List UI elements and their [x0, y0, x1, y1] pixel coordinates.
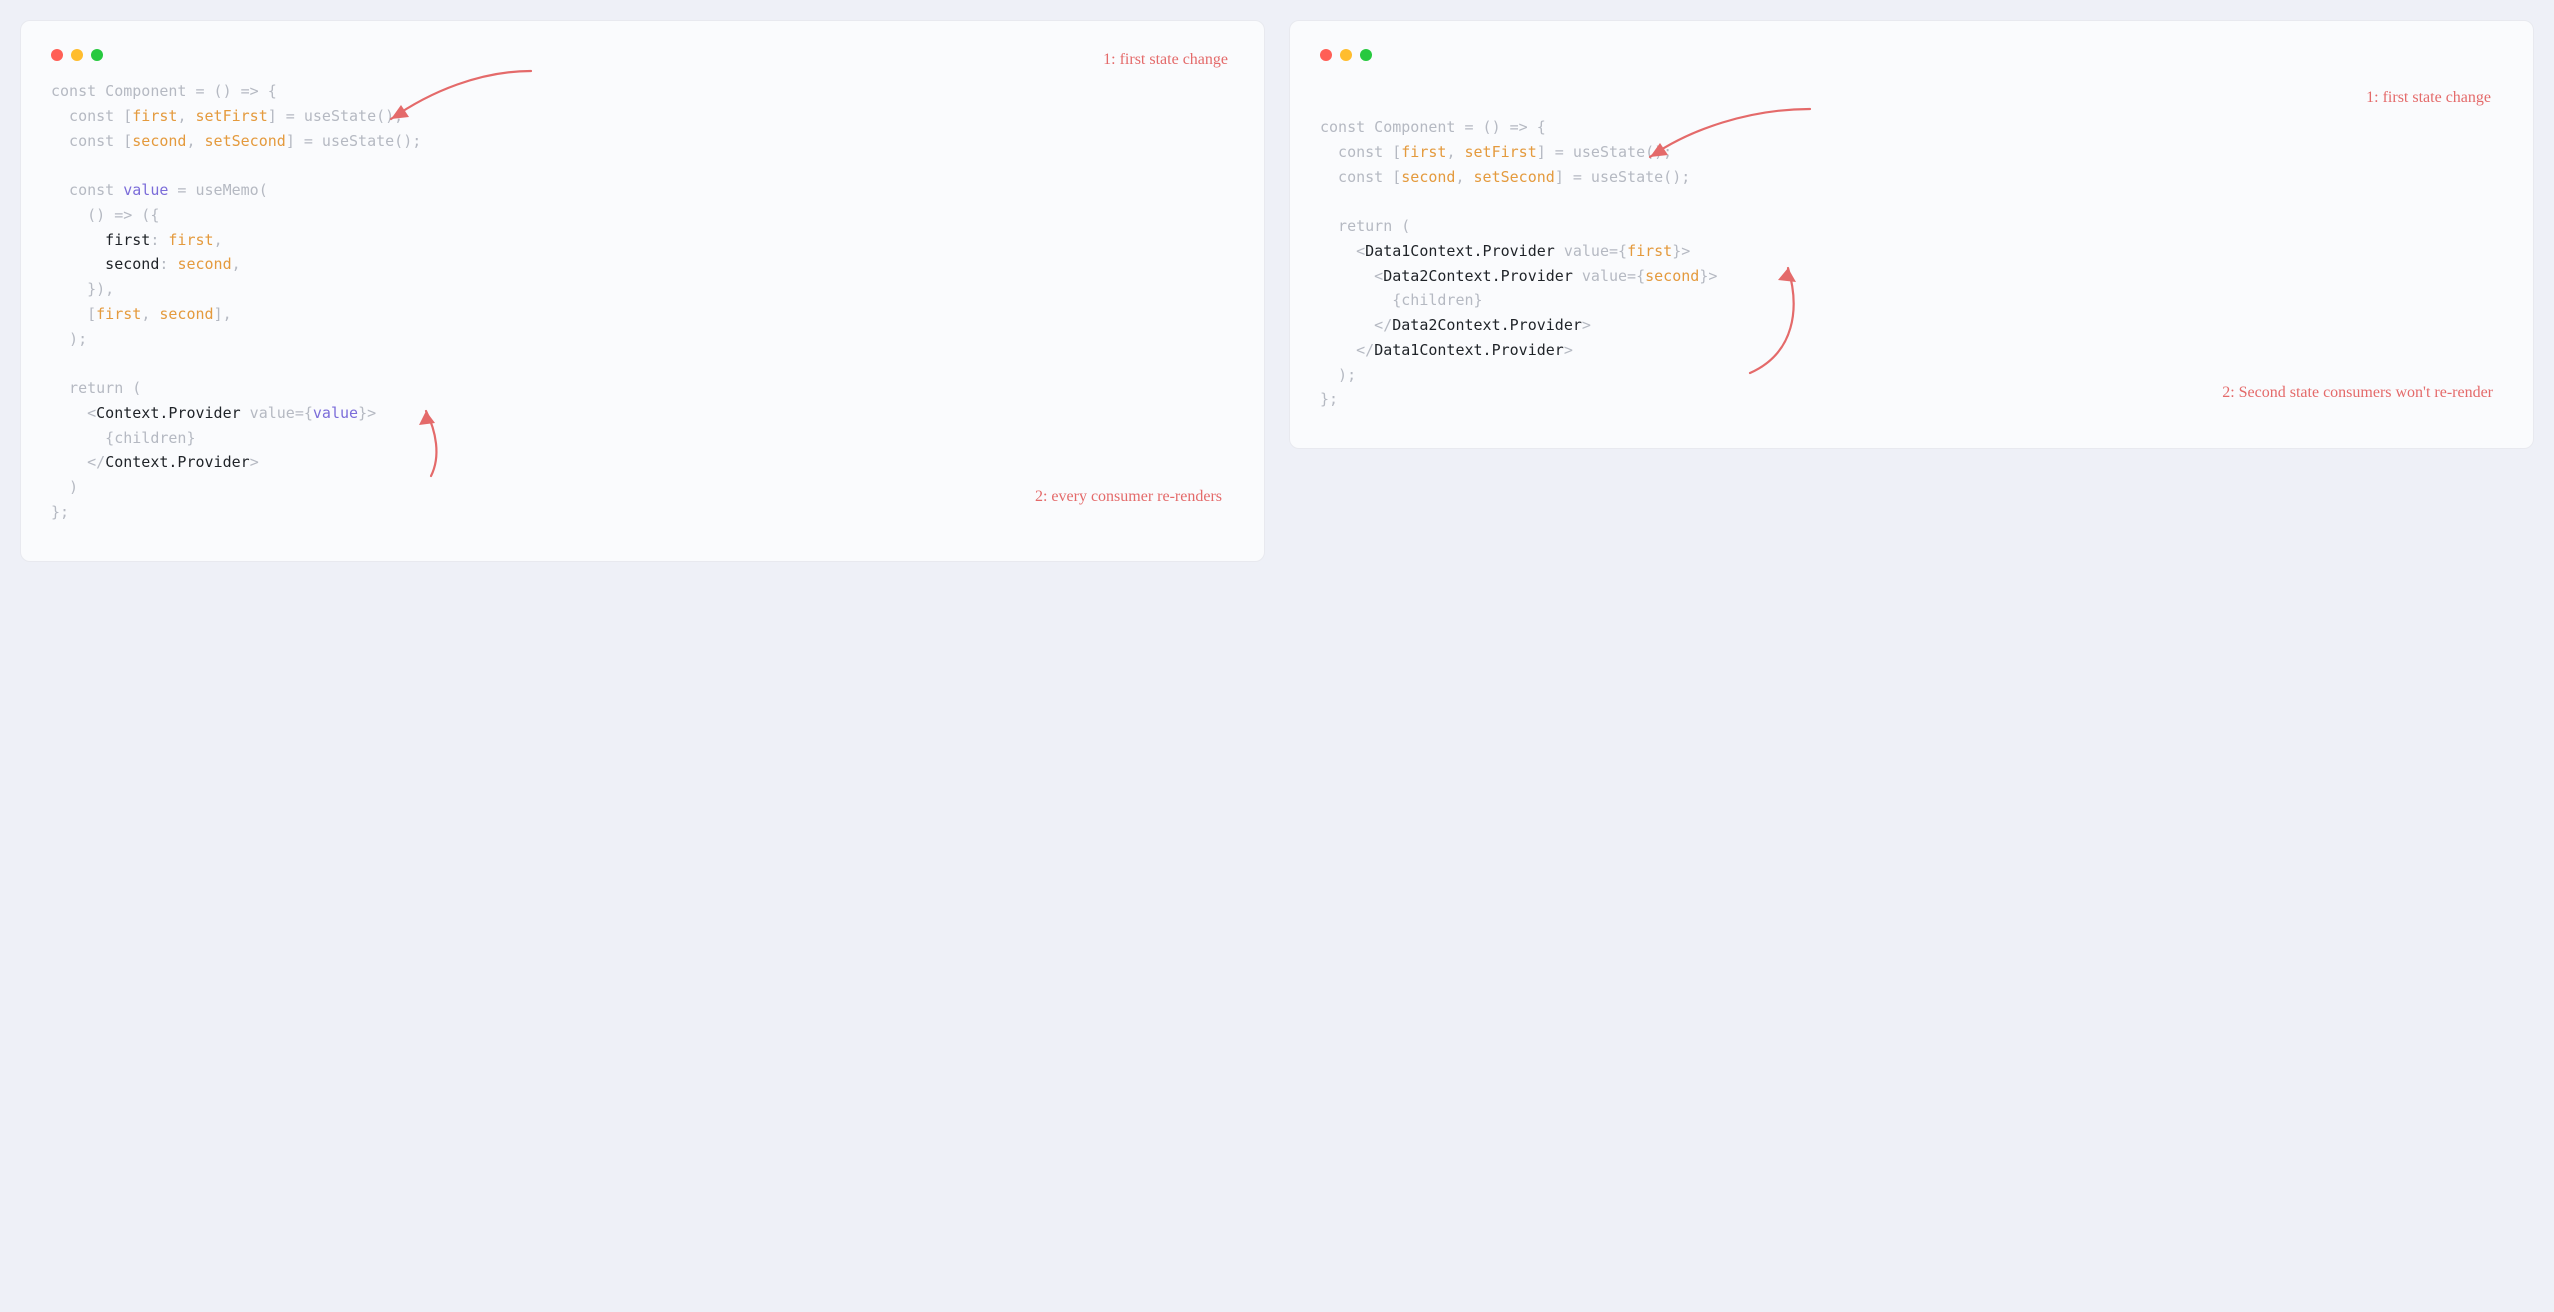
code-token: ): [51, 478, 78, 496]
code-token: >: [250, 453, 259, 471]
code-token: value: [313, 404, 358, 422]
code-token: >: [367, 404, 376, 422]
code-token: [: [1383, 143, 1401, 161]
window-dots: [51, 49, 1234, 61]
code-token: :: [159, 255, 177, 273]
code-token: Data2Context.Provider: [1392, 316, 1582, 334]
code-token: ,: [1455, 168, 1473, 186]
code-token: return (: [1320, 217, 1410, 235]
code-token: value=: [241, 404, 304, 422]
code-token: <: [51, 404, 96, 422]
code-token: first: [51, 231, 150, 249]
code-token: value=: [1573, 267, 1636, 285]
code-token: }: [1699, 267, 1708, 285]
code-token: Component = () => {: [1365, 118, 1546, 136]
code-token: ],: [214, 305, 232, 323]
code-token: value: [123, 181, 168, 199]
close-icon: [51, 49, 63, 61]
code-token: Data2Context.Provider: [1383, 267, 1573, 285]
code-token: ,: [186, 132, 204, 150]
minimize-icon: [71, 49, 83, 61]
code-token: Data1Context.Provider: [1374, 341, 1564, 359]
code-token: );: [1320, 366, 1356, 384]
code-token: >: [1582, 316, 1591, 334]
code-block: const Component = () => { const [first, …: [51, 79, 1234, 525]
code-token: setFirst: [196, 107, 268, 125]
code-token: const: [51, 132, 114, 150]
code-token: const: [1320, 143, 1383, 161]
code-token: [: [114, 107, 132, 125]
code-token: second: [1645, 267, 1699, 285]
code-token: <: [1320, 242, 1365, 260]
code-token: }: [1672, 242, 1681, 260]
code-token: Component = () => {: [96, 82, 277, 100]
code-token: >: [1681, 242, 1690, 260]
close-icon: [1320, 49, 1332, 61]
code-panel-left: 1: first state change const Component = …: [20, 20, 1265, 562]
code-token: first: [1627, 242, 1672, 260]
code-token: ,: [1446, 143, 1464, 161]
code-token: () => ({: [51, 206, 159, 224]
code-token: const: [51, 107, 114, 125]
code-token: setFirst: [1465, 143, 1537, 161]
code-token: };: [51, 503, 69, 521]
code-token: Data1Context.Provider: [1365, 242, 1555, 260]
code-token: {: [304, 404, 313, 422]
code-token: {: [1636, 267, 1645, 285]
code-token: first: [96, 305, 141, 323]
code-token: const: [51, 82, 96, 100]
maximize-icon: [1360, 49, 1372, 61]
code-token: ] = useState();: [1537, 143, 1672, 161]
code-token: const: [51, 181, 123, 199]
code-token: const: [1320, 168, 1383, 186]
code-token: second: [177, 255, 231, 273]
code-token: = useMemo(: [168, 181, 267, 199]
code-token: </: [1320, 341, 1374, 359]
code-token: Context.Provider: [105, 453, 250, 471]
code-token: ] = useState();: [286, 132, 421, 150]
code-token: second: [132, 132, 186, 150]
code-token: {children}: [51, 429, 196, 447]
code-token: };: [1320, 390, 1338, 408]
code-token: );: [51, 330, 87, 348]
code-token: setSecond: [205, 132, 286, 150]
minimize-icon: [1340, 49, 1352, 61]
code-token: >: [1564, 341, 1573, 359]
code-block: const Component = () => { const [first, …: [1320, 115, 2503, 412]
maximize-icon: [91, 49, 103, 61]
code-token: ,: [232, 255, 241, 273]
code-token: first: [1401, 143, 1446, 161]
code-token: [: [114, 132, 132, 150]
code-token: ,: [177, 107, 195, 125]
code-token: const: [1320, 118, 1365, 136]
code-token: </: [1320, 316, 1392, 334]
code-token: {: [1618, 242, 1627, 260]
code-token: second: [51, 255, 159, 273]
code-token: ,: [141, 305, 159, 323]
code-token: return (: [51, 379, 141, 397]
panels-grid: 1: first state change const Component = …: [20, 20, 2534, 562]
code-token: <: [1320, 267, 1383, 285]
code-panel-right: 1: first state change const Component = …: [1289, 20, 2534, 449]
code-token: second: [159, 305, 213, 323]
code-token: ] = useState();: [1555, 168, 1690, 186]
code-token: >: [1708, 267, 1717, 285]
code-token: ] = useState();: [268, 107, 403, 125]
code-token: [: [51, 305, 96, 323]
code-token: ,: [214, 231, 223, 249]
code-token: </: [51, 453, 105, 471]
code-token: value=: [1555, 242, 1618, 260]
code-token: first: [168, 231, 213, 249]
code-token: first: [132, 107, 177, 125]
code-token: {children}: [1320, 291, 1483, 309]
code-token: }),: [51, 280, 114, 298]
code-token: setSecond: [1474, 168, 1555, 186]
code-token: second: [1401, 168, 1455, 186]
code-token: :: [150, 231, 168, 249]
code-token: Context.Provider: [96, 404, 241, 422]
code-token: [: [1383, 168, 1401, 186]
window-dots: [1320, 49, 2503, 61]
code-token: }: [358, 404, 367, 422]
